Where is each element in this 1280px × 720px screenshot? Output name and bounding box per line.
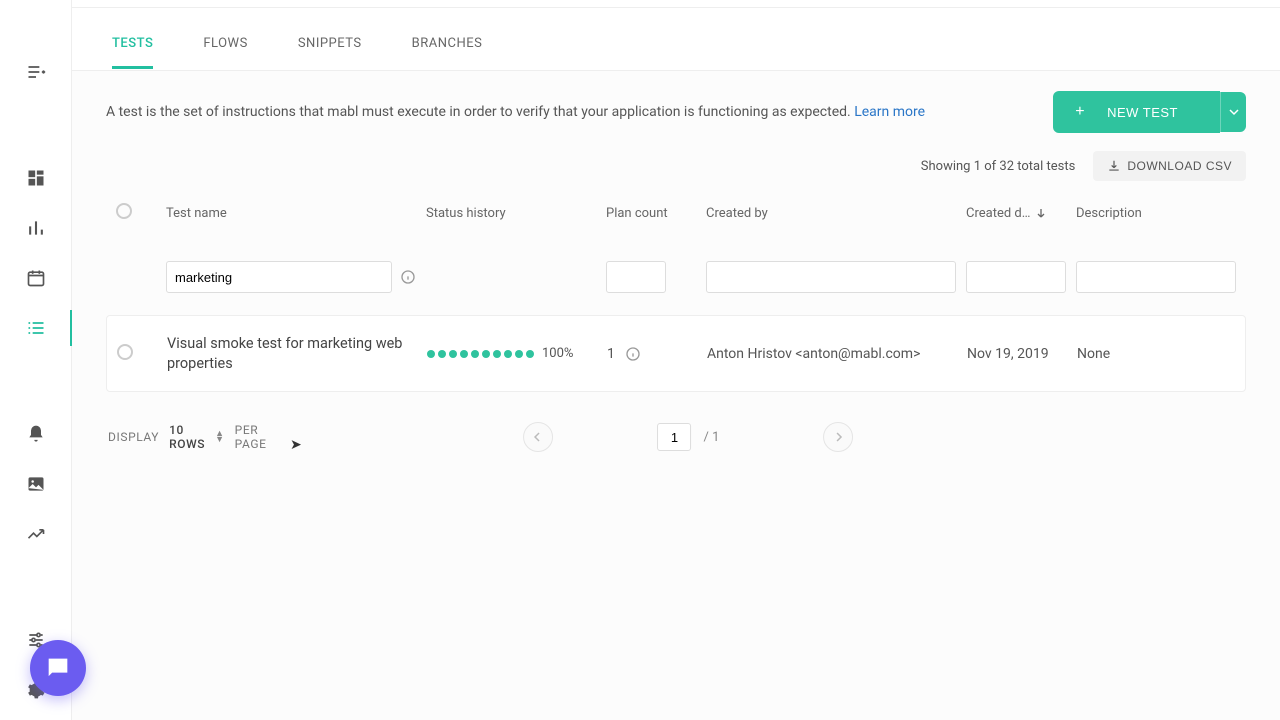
- row-select-radio[interactable]: [117, 344, 133, 360]
- chevron-right-icon: [833, 432, 843, 442]
- row-created-date: Nov 19, 2019: [967, 346, 1067, 362]
- sidebar-item-images[interactable]: [24, 472, 48, 496]
- col-created-date-label: Created d…: [966, 206, 1030, 221]
- row-description: None: [1077, 346, 1235, 362]
- new-test-button[interactable]: + NEW TEST: [1053, 91, 1220, 133]
- table-row[interactable]: Visual smoke test for marketing web prop…: [106, 315, 1246, 392]
- topbar: [72, 0, 1280, 8]
- main: TESTS FLOWS SNIPPETS BRANCHES A test is …: [72, 0, 1280, 720]
- tab-snippets[interactable]: SNIPPETS: [298, 18, 362, 69]
- download-csv-button[interactable]: DOWNLOAD CSV: [1093, 151, 1246, 181]
- rows-value[interactable]: 10 ROWS: [169, 423, 205, 451]
- col-created-date[interactable]: Created d…: [966, 206, 1066, 221]
- row-created-by: Anton Hristov <anton@mabl.com>: [707, 346, 957, 362]
- page-input[interactable]: [657, 423, 691, 451]
- col-status-history[interactable]: Status history: [426, 206, 596, 221]
- sidebar-item-insights[interactable]: [24, 216, 48, 240]
- pagination: DISPLAY 10 ROWS ▲▼ PER PAGE / 1: [106, 420, 1246, 454]
- tab-branches[interactable]: BRANCHES: [412, 18, 483, 69]
- filter-description[interactable]: [1076, 261, 1236, 293]
- col-created-by[interactable]: Created by: [706, 206, 956, 221]
- col-test-name[interactable]: Test name: [166, 206, 416, 221]
- learn-more-link[interactable]: Learn more: [854, 104, 925, 120]
- filter-row: [106, 231, 1246, 315]
- row-status: 100%: [427, 346, 597, 361]
- chat-icon: [44, 654, 72, 682]
- col-description[interactable]: Description: [1076, 206, 1236, 221]
- info-icon[interactable]: [400, 269, 416, 285]
- sidebar-item-dashboard[interactable]: [24, 166, 48, 190]
- select-all-radio[interactable]: [116, 203, 132, 219]
- next-page-button[interactable]: [823, 422, 853, 452]
- prev-page-button[interactable]: [523, 422, 553, 452]
- page-total: / 1: [703, 430, 719, 445]
- plan-count-value: 1: [607, 346, 615, 362]
- info-icon[interactable]: [625, 346, 641, 362]
- description-text: A test is the set of instructions that m…: [106, 104, 925, 120]
- tab-flows[interactable]: FLOWS: [203, 18, 247, 69]
- chevron-down-icon: [1229, 107, 1239, 117]
- sidebar-item-trends[interactable]: [24, 522, 48, 546]
- status-dots: [427, 350, 534, 358]
- row-test-name[interactable]: Visual smoke test for marketing web prop…: [167, 334, 417, 373]
- table-header: Test name Status history Plan count Crea…: [106, 195, 1246, 231]
- filter-test-name[interactable]: [166, 261, 392, 293]
- sidebar-item-tests[interactable]: [24, 316, 48, 340]
- col-plan-count[interactable]: Plan count: [606, 206, 696, 221]
- sidebar-item-new[interactable]: [24, 60, 48, 84]
- app-root: TESTS FLOWS SNIPPETS BRANCHES A test is …: [0, 0, 1280, 720]
- status-pct: 100%: [542, 346, 573, 361]
- tab-tests[interactable]: TESTS: [112, 18, 153, 69]
- content: A test is the set of instructions that m…: [72, 71, 1280, 720]
- description-body: A test is the set of instructions that m…: [106, 104, 854, 120]
- row-plan-count: 1: [607, 346, 697, 362]
- sort-desc-icon: [1036, 208, 1046, 218]
- download-csv-label: DOWNLOAD CSV: [1127, 159, 1232, 173]
- result-count: Showing 1 of 32 total tests: [921, 159, 1076, 174]
- filter-created-date[interactable]: [966, 261, 1066, 293]
- chevron-left-icon: [533, 432, 543, 442]
- display-selector: DISPLAY 10 ROWS ▲▼ PER PAGE: [108, 423, 267, 451]
- sidebar-item-notifications[interactable]: [24, 422, 48, 446]
- new-test-label: NEW TEST: [1107, 105, 1178, 120]
- subheader: Showing 1 of 32 total tests DOWNLOAD CSV: [106, 151, 1246, 181]
- tabs: TESTS FLOWS SNIPPETS BRANCHES: [72, 16, 1280, 71]
- sidebar: [0, 0, 72, 720]
- new-test-group: + NEW TEST: [1053, 91, 1246, 133]
- new-test-dropdown[interactable]: [1220, 92, 1246, 132]
- description-row: A test is the set of instructions that m…: [106, 91, 1246, 133]
- per-page-label: PER PAGE: [235, 423, 267, 451]
- plus-icon: +: [1075, 103, 1085, 121]
- rows-stepper[interactable]: ▲▼: [215, 431, 225, 443]
- filter-plan-count[interactable]: [606, 261, 666, 293]
- download-icon: [1107, 159, 1121, 173]
- sidebar-item-schedule[interactable]: [24, 266, 48, 290]
- filter-created-by[interactable]: [706, 261, 956, 293]
- chat-widget[interactable]: [30, 640, 86, 696]
- display-label: DISPLAY: [108, 430, 159, 444]
